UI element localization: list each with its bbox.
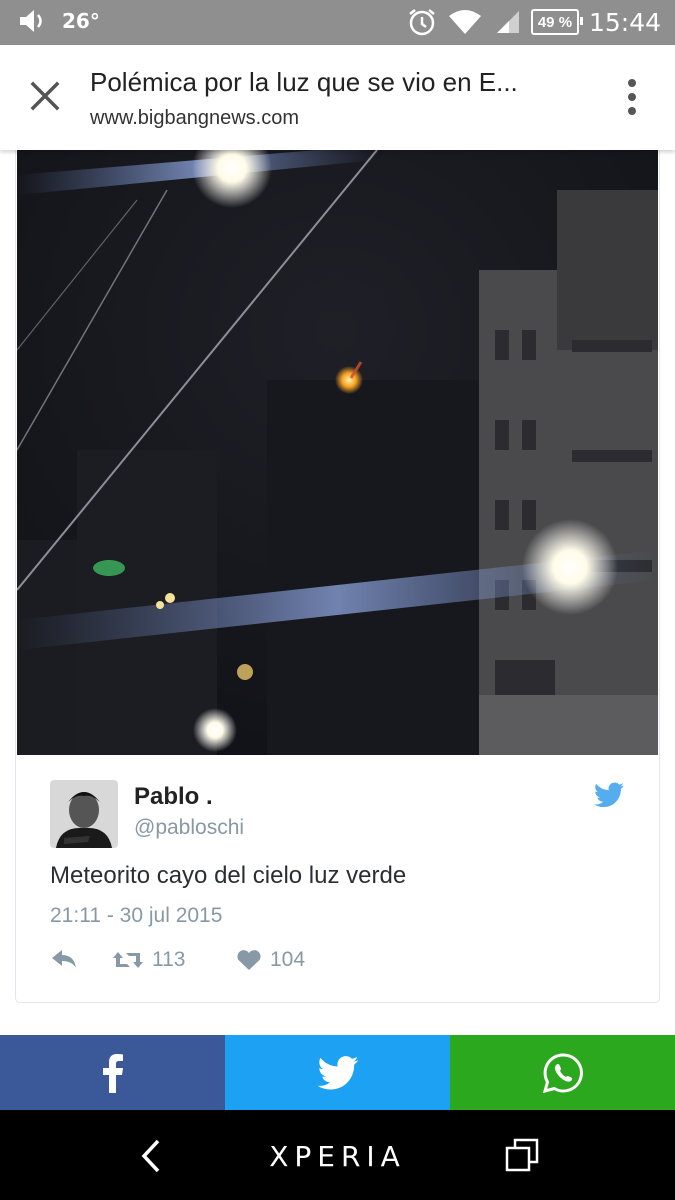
battery-icon: 49 % [530,9,583,35]
more-vert-icon[interactable] [618,75,646,119]
facebook-share-button[interactable] [0,1035,225,1110]
temperature-text: 26° [62,9,100,33]
retweet-button[interactable]: 113 [112,948,185,972]
signal-icon [496,11,519,33]
twitter-share-button[interactable] [225,1035,450,1110]
tweet-photo[interactable] [17,150,658,755]
page-url: www.bigbangnews.com [90,107,299,129]
author-name: Pablo . [134,783,213,810]
avatar[interactable] [50,780,118,848]
reply-button[interactable] [50,948,78,970]
tweet-actions: 113 104 [50,948,450,978]
tweet-timestamp[interactable]: 21:11 - 30 jul 2015 [50,904,222,928]
battery-level: 49 % [537,13,573,31]
night-sky-photo [17,150,658,755]
like-button[interactable]: 104 [236,948,305,972]
tweet-text: Meteorito cayo del cielo luz verde [50,862,407,889]
whatsapp-icon [542,1052,583,1093]
reply-icon [52,950,76,968]
author-handle: @pabloschi [134,816,245,839]
volume-icon [20,10,42,32]
page-content: Pablo . @pabloschi Meteorito cayo del ci… [0,150,675,1035]
like-count: 104 [270,948,306,971]
facebook-icon [102,1053,123,1093]
wifi-icon [448,10,481,34]
twitter-bird-icon[interactable] [594,782,624,808]
alarm-icon [409,9,435,36]
twitter-icon [317,1055,358,1089]
brand-logo: XPERIA [269,1140,406,1173]
whatsapp-share-button[interactable] [450,1035,675,1110]
browser-toolbar: Polémica por la luz que se vio en E... w… [0,45,675,150]
recent-apps-icon[interactable] [505,1138,539,1172]
clock: 15:44 [588,7,661,37]
close-icon[interactable] [26,77,64,115]
embedded-tweet: Pablo . @pabloschi Meteorito cayo del ci… [15,150,660,1003]
tweet-author[interactable]: Pablo . @pabloschi [50,780,650,850]
heart-icon [237,950,261,970]
share-bar [0,1035,675,1110]
navigation-bar: XPERIA [0,1110,675,1200]
page-title: Polémica por la luz que se vio en E... [90,67,518,97]
status-bar: 26° 49 % 15:44 [0,0,675,45]
retweet-count: 113 [152,948,186,971]
retweet-icon [113,952,143,968]
